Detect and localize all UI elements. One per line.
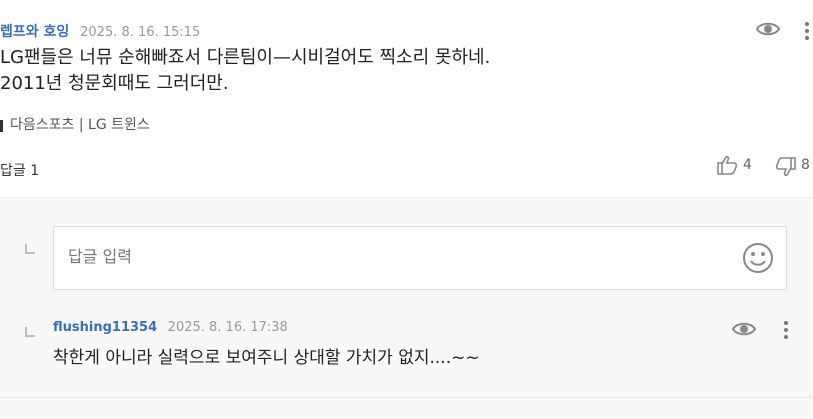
comment-body-line2: 2011년 청문회때도 그러더만. xyxy=(0,73,229,94)
comment-author[interactable]: 렙프와 호잉 2025. 8. 16. 15:15 xyxy=(0,21,200,41)
thumbs-up-icon[interactable] xyxy=(716,155,738,175)
reply-indent-icon xyxy=(24,240,36,254)
smiley-icon[interactable] xyxy=(742,242,774,274)
like-count: 4 xyxy=(743,157,752,173)
source-bar xyxy=(0,120,3,132)
reply-author[interactable]: flushing11354 xyxy=(53,320,157,335)
eye-icon[interactable] xyxy=(755,20,781,38)
reply-toggle-button[interactable]: 답글 1 xyxy=(0,160,39,180)
reply-indent-icon xyxy=(24,323,36,337)
reply-count: 1 xyxy=(30,163,40,179)
reply-author-row: flushing11354 2025. 8. 16. 17:38 xyxy=(53,320,288,335)
comment-body-line1: LG팬들은 너뮤 순해빠죠서 다른팀이—시비걸어도 찍소리 못하네. xyxy=(0,47,491,68)
reply-input[interactable] xyxy=(68,247,668,266)
reply-time: 2025. 8. 16. 17:38 xyxy=(167,320,288,335)
reply-body: 착한게 아니라 실력으로 보여주니 상대할 가치가 없지....~~ xyxy=(53,348,480,368)
more-vertical-icon[interactable] xyxy=(782,320,790,340)
dislike-count: 8 xyxy=(801,157,810,173)
more-vertical-icon[interactable] xyxy=(803,21,811,41)
comment-body: LG팬들은 너뮤 순해빠죠서 다른팀이—시비걸어도 찍소리 못하네. 2011년… xyxy=(0,45,490,97)
eye-icon[interactable] xyxy=(731,320,757,338)
divider xyxy=(0,397,812,398)
reply-label: 답글 xyxy=(0,163,26,179)
thumbs-down-icon[interactable] xyxy=(775,157,797,177)
source-link[interactable]: 다음스포츠 | LG 트윈스 xyxy=(10,114,150,134)
reply-input-box[interactable] xyxy=(53,226,787,290)
comment-time: 2025. 8. 16. 15:15 xyxy=(80,25,201,40)
